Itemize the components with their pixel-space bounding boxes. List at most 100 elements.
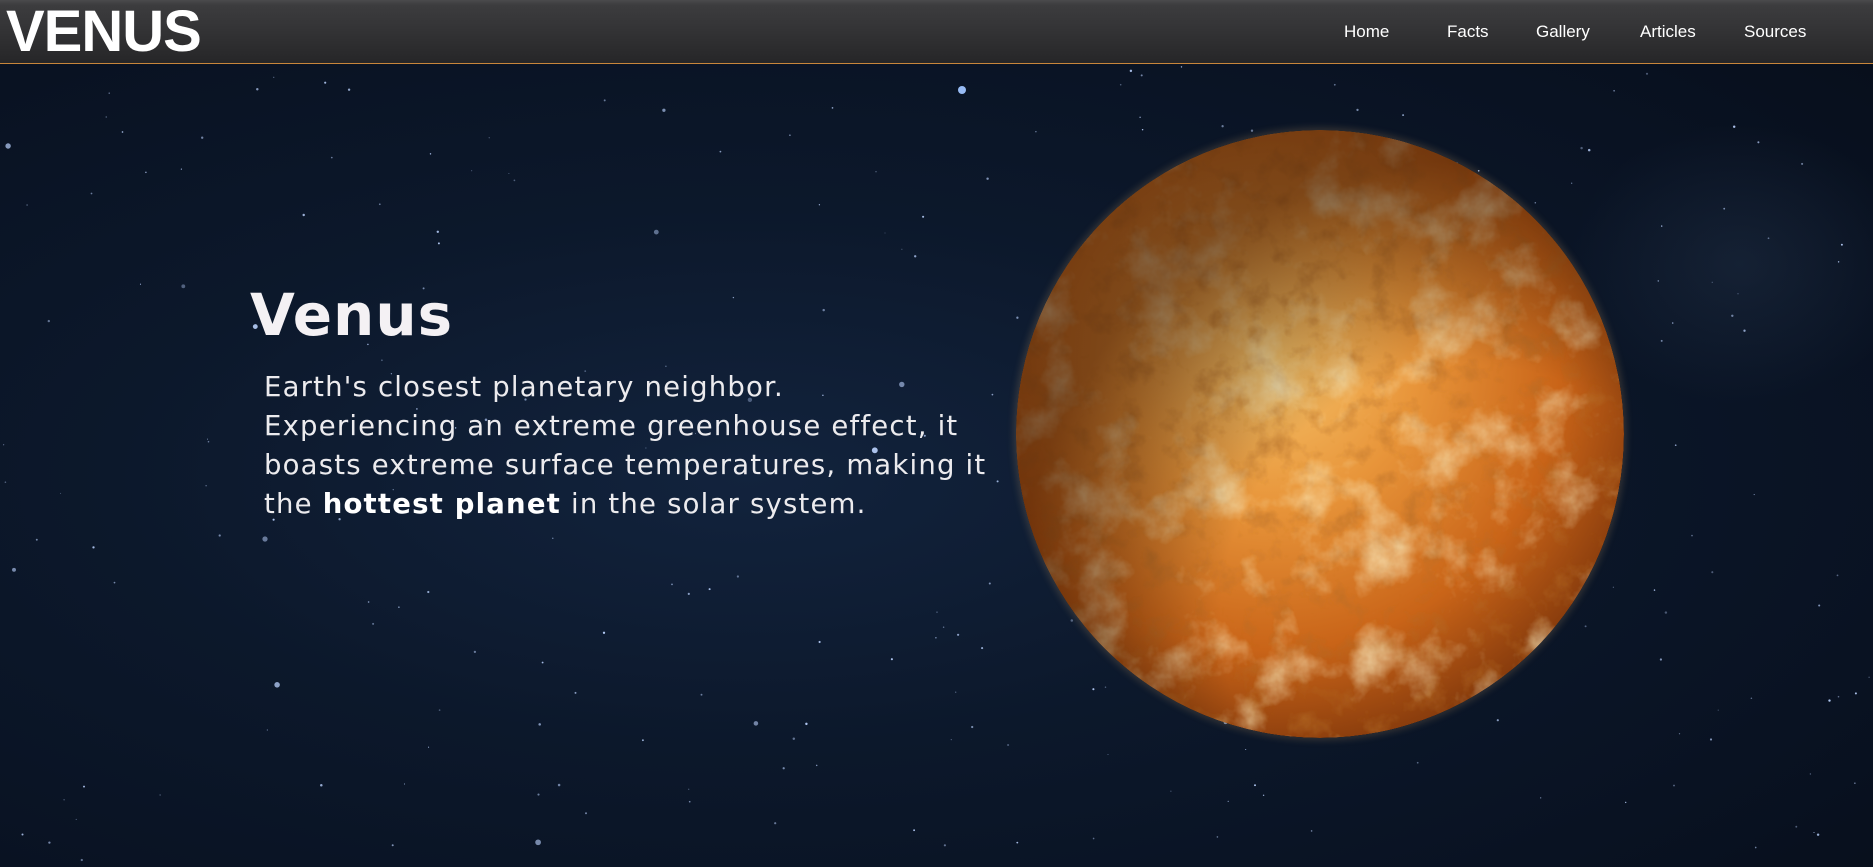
star: [688, 788, 690, 790]
star: [1092, 837, 1095, 840]
star: [1250, 129, 1254, 132]
star: [1119, 83, 1122, 86]
star: [80, 858, 83, 862]
star: [180, 168, 182, 170]
star: [1625, 801, 1627, 804]
star: [942, 626, 945, 628]
star: [324, 81, 327, 84]
star: [1141, 128, 1144, 131]
star: [1757, 141, 1760, 144]
star: [1584, 625, 1587, 628]
star: [805, 722, 808, 726]
star: [427, 590, 430, 594]
star: [1801, 162, 1804, 165]
star: [688, 800, 691, 803]
star: [201, 136, 204, 139]
star: [1477, 169, 1480, 172]
star: [662, 108, 666, 112]
star: [700, 693, 703, 696]
star: [1170, 790, 1172, 792]
nav-sources[interactable]: Sources: [1744, 22, 1806, 42]
star: [1587, 148, 1591, 152]
star: [266, 729, 268, 731]
star: [320, 783, 323, 787]
star: [1818, 604, 1821, 607]
star: [956, 633, 960, 636]
star: [1070, 619, 1074, 622]
star: [1711, 281, 1713, 283]
star: [436, 230, 439, 233]
star: [26, 204, 28, 206]
star: [105, 116, 107, 118]
star: [1837, 261, 1840, 263]
star: [818, 640, 821, 644]
star: [1227, 800, 1229, 803]
star: [378, 203, 381, 206]
star: [914, 255, 917, 258]
star: [206, 438, 209, 440]
star: [1671, 322, 1674, 324]
star: [1854, 782, 1856, 784]
nav-facts[interactable]: Facts: [1447, 22, 1489, 42]
star: [753, 721, 759, 726]
star: [488, 137, 490, 139]
star: [429, 153, 432, 155]
star: [552, 537, 554, 539]
star: [1245, 748, 1247, 751]
star: [1743, 329, 1746, 332]
star: [719, 150, 722, 153]
star: [75, 818, 77, 820]
star: [541, 661, 544, 664]
star: [159, 794, 161, 796]
star: [1180, 66, 1183, 68]
star: [708, 588, 711, 591]
star: [1767, 237, 1770, 240]
star: [936, 611, 938, 613]
nav-gallery[interactable]: Gallery: [1536, 22, 1590, 42]
star: [391, 844, 394, 847]
star: [1732, 125, 1736, 128]
star: [273, 76, 275, 78]
star: [92, 546, 95, 549]
star: [1828, 699, 1831, 702]
star: [1661, 225, 1663, 227]
star: [922, 215, 925, 218]
star: [574, 691, 577, 694]
star: [1737, 293, 1739, 295]
star: [955, 691, 957, 693]
star: [665, 365, 667, 367]
star: [1402, 114, 1405, 117]
star: [48, 841, 51, 844]
hero-description-line-last: the hottest planet in the solar system.: [264, 485, 1024, 524]
nav-home[interactable]: Home: [1344, 22, 1389, 42]
star: [1139, 116, 1141, 118]
star: [1813, 831, 1815, 834]
star: [218, 534, 221, 537]
nav-articles[interactable]: Articles: [1640, 22, 1696, 42]
star: [1816, 833, 1820, 836]
star: [774, 822, 777, 825]
site-logo[interactable]: VENUS: [6, 2, 202, 62]
star: [1580, 146, 1583, 150]
star: [139, 283, 142, 285]
star: [1664, 611, 1668, 614]
star: [63, 799, 65, 801]
star: [372, 622, 375, 625]
star: [1016, 316, 1019, 319]
star: [108, 92, 110, 94]
star: [121, 131, 124, 133]
star: [1653, 589, 1656, 591]
hero-description-line: Earth's closest planetary neighbor.: [264, 371, 784, 403]
star: [83, 785, 85, 788]
star: [21, 833, 24, 836]
star: [641, 739, 644, 742]
hero-description-line: Experiencing an extreme greenhouse effec…: [264, 410, 959, 442]
star: [1691, 534, 1693, 537]
star: [736, 575, 740, 578]
star: [1035, 131, 1037, 133]
star: [585, 812, 587, 815]
star: [831, 107, 834, 109]
star: [1659, 658, 1663, 661]
star: [508, 172, 510, 175]
star: [653, 229, 659, 235]
